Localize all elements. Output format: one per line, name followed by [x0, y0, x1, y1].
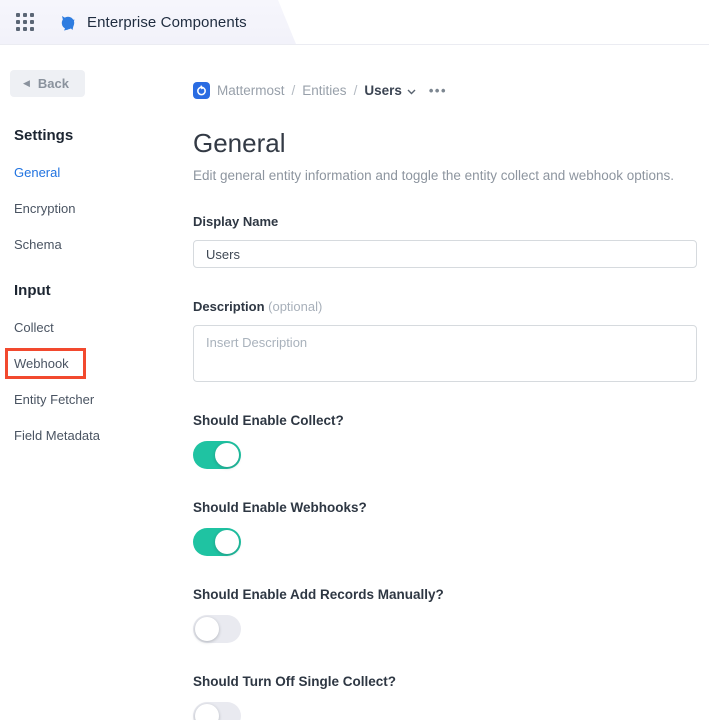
toggle-knob [215, 530, 239, 554]
enable-webhooks-toggle[interactable] [193, 528, 241, 556]
description-optional-text: (optional) [268, 299, 323, 314]
add-records-manually-toggle[interactable] [193, 615, 241, 643]
sidebar-section-input: Input [14, 282, 51, 299]
toggle-row-enable-webhooks: Should Enable Webhooks? [193, 500, 697, 556]
breadcrumb-mattermost[interactable]: Mattermost [217, 83, 285, 98]
page-header-title: Enterprise Components [87, 13, 247, 31]
sidebar-section-settings: Settings [14, 127, 74, 144]
display-name-label: Display Name [193, 214, 279, 229]
sidebar-item-field-metadata[interactable]: Field Metadata [14, 428, 100, 443]
mattermost-icon [193, 82, 210, 99]
app-grid-button[interactable] [8, 5, 42, 39]
chevron-down-icon [407, 89, 416, 94]
toggle-knob [195, 704, 219, 720]
sidebar-item-encryption[interactable]: Encryption [14, 201, 75, 216]
toggle-knob [215, 443, 239, 467]
description-field-group: Description (optional) [193, 298, 697, 382]
enable-webhooks-label: Should Enable Webhooks? [193, 500, 367, 515]
sidebar-item-entity-fetcher[interactable]: Entity Fetcher [14, 392, 94, 407]
sidebar-item-collect[interactable]: Collect [14, 320, 54, 335]
page-subtitle: Edit general entity information and togg… [193, 168, 675, 183]
toggle-knob [195, 617, 219, 641]
description-textarea[interactable] [193, 325, 697, 382]
turn-off-single-collect-label: Should Turn Off Single Collect? [193, 674, 396, 689]
add-records-manually-label: Should Enable Add Records Manually? [193, 587, 444, 602]
app-header: Enterprise Components [0, 0, 709, 45]
toggle-row-enable-collect: Should Enable Collect? [193, 413, 697, 469]
sidebar-item-schema[interactable]: Schema [14, 237, 62, 252]
sidebar-item-general[interactable]: General [14, 165, 60, 180]
app-logo-icon [58, 12, 78, 32]
enable-collect-label: Should Enable Collect? [193, 413, 344, 428]
back-arrow-icon: ◀ [23, 78, 30, 88]
breadcrumb-users-label: Users [364, 83, 402, 98]
breadcrumb-more-button[interactable]: ••• [429, 83, 447, 98]
back-button[interactable]: ◀ Back [10, 70, 85, 97]
settings-sidebar: ◀ Back Settings General Encryption Schem… [0, 45, 193, 720]
enable-collect-toggle[interactable] [193, 441, 241, 469]
display-name-field-group: Display Name [193, 213, 697, 268]
grid-icon [16, 13, 34, 31]
toggle-row-turn-off-single-collect: Should Turn Off Single Collect? [193, 674, 697, 720]
turn-off-single-collect-toggle[interactable] [193, 702, 241, 720]
description-label: Description (optional) [193, 299, 322, 314]
display-name-input[interactable] [193, 240, 697, 268]
sidebar-nav: Settings General Encryption Schema Input… [5, 127, 193, 443]
breadcrumb: Mattermost / Entities / Users ••• [193, 82, 697, 99]
description-label-text: Description [193, 299, 265, 314]
breadcrumb-entities[interactable]: Entities [302, 83, 346, 98]
page-title: General [193, 128, 286, 158]
toggle-row-add-records-manually: Should Enable Add Records Manually? [193, 587, 697, 643]
sidebar-item-webhook[interactable]: Webhook [5, 348, 86, 379]
breadcrumb-separator: / [291, 83, 296, 98]
main-content: Mattermost / Entities / Users ••• Genera… [193, 45, 709, 720]
breadcrumb-users-dropdown[interactable]: Users [364, 83, 416, 98]
breadcrumb-separator: / [353, 83, 358, 98]
